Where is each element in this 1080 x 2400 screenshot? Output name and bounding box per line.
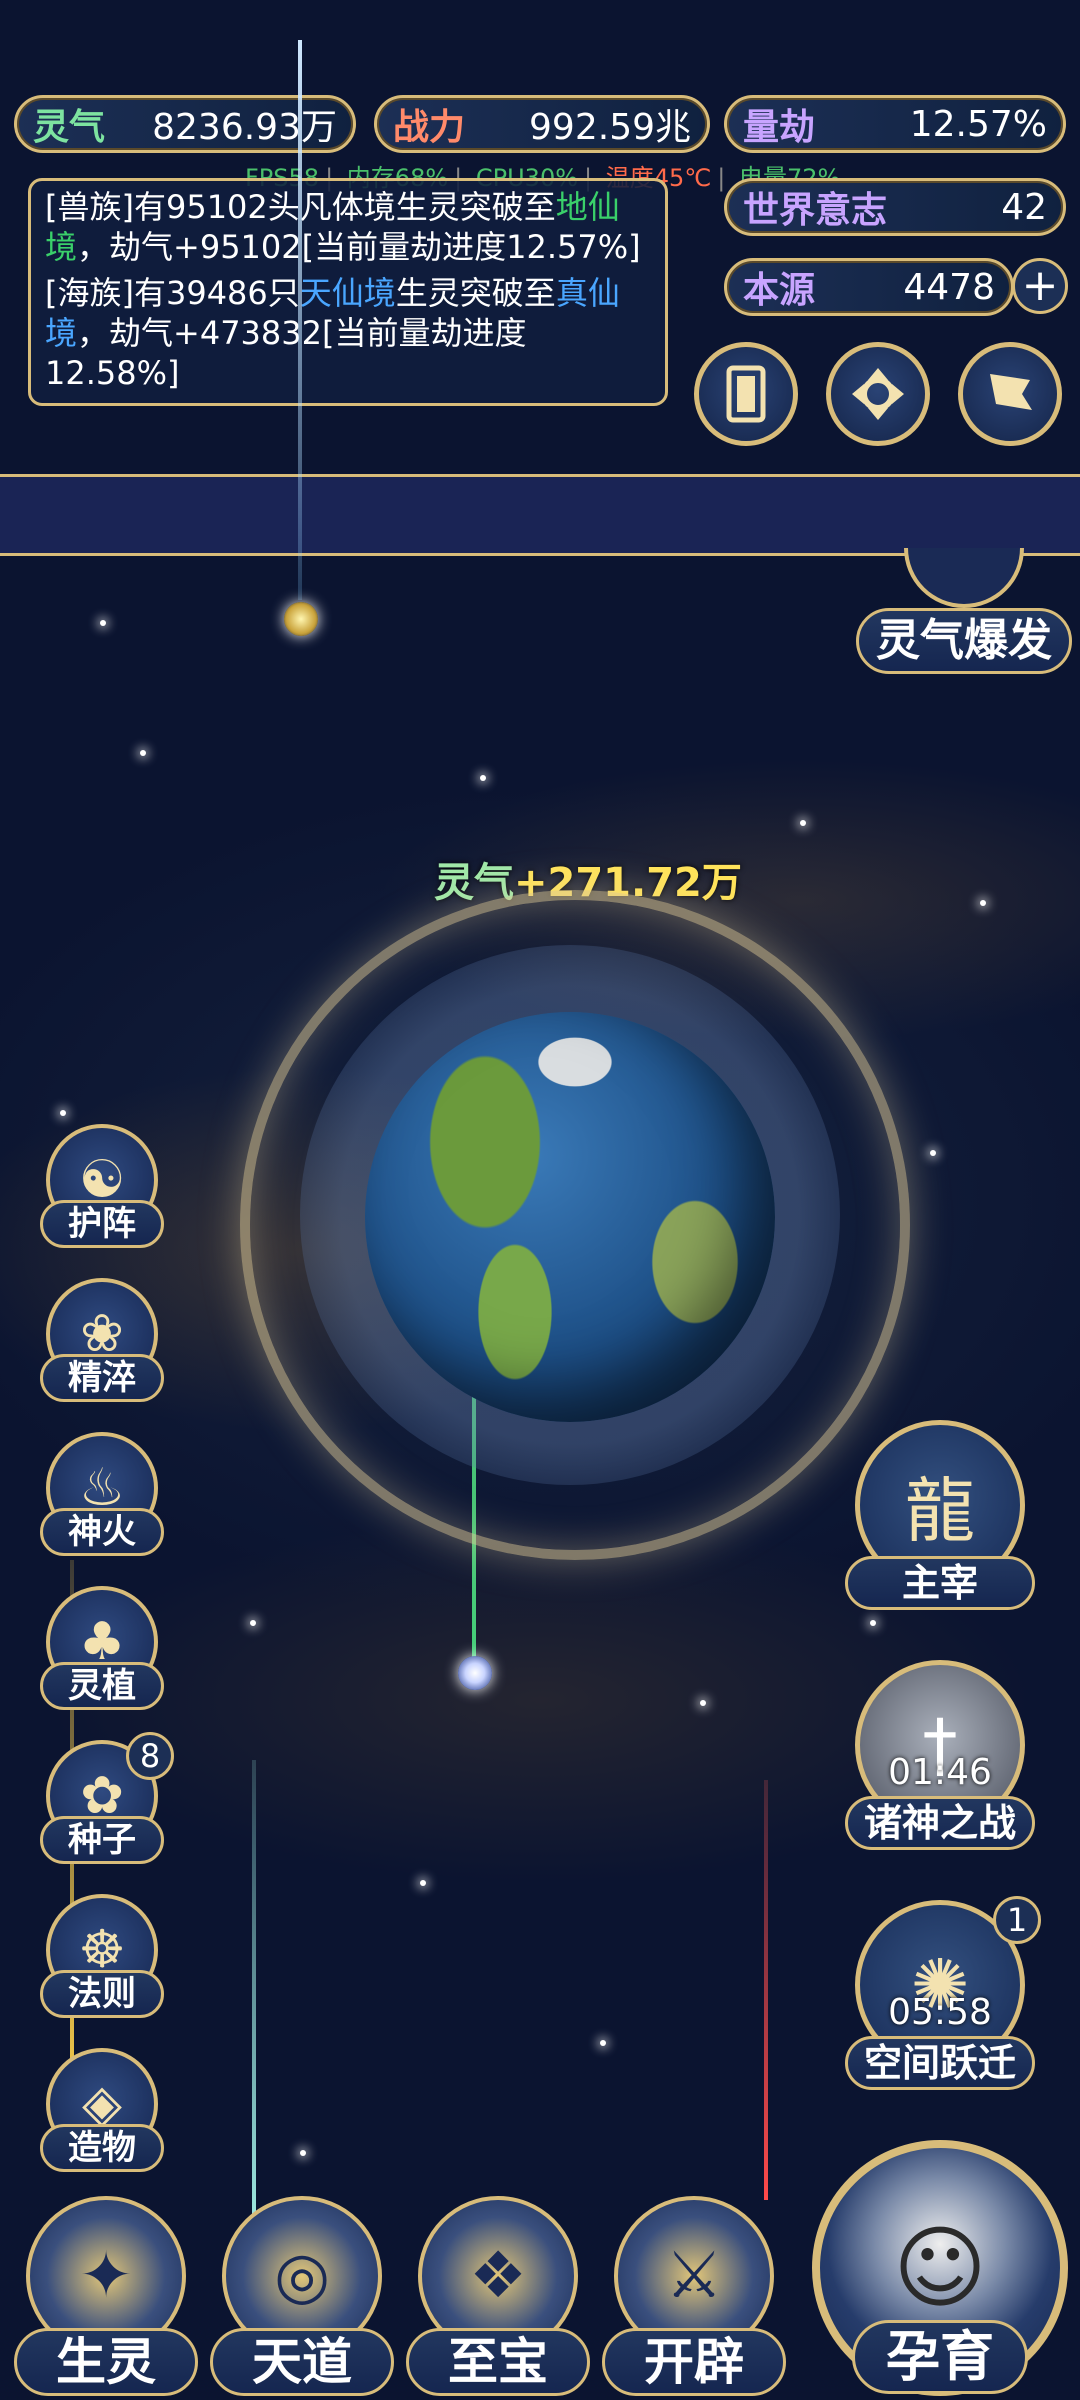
card-icon xyxy=(726,365,766,423)
star xyxy=(100,620,106,626)
flag-icon xyxy=(990,374,1032,410)
bottom-button-kaipi[interactable]: ⚔ 开辟 xyxy=(602,2196,786,2396)
log-text: ，劫气+95102[当前量劫进度12.57%] xyxy=(77,228,641,266)
liangjie-stat: 量劫 12.57% xyxy=(724,95,1066,153)
bottom-button-shengling[interactable]: ✦ 生灵 xyxy=(14,2196,198,2396)
warp-timer: 05:58 xyxy=(888,1992,992,2033)
liangjie-value: 12.57% xyxy=(909,103,1047,145)
yunyu-label: 孕育 xyxy=(852,2320,1028,2394)
side-button-label: 灵植 xyxy=(40,1662,164,1710)
right-button-label: 空间跃迁 xyxy=(845,2036,1035,2090)
side-button-shenhuo[interactable]: ♨ 神火 xyxy=(40,1432,164,1556)
seed-count-badge: 8 xyxy=(126,1732,174,1780)
lingqi-burst-button[interactable]: 灵气爆发 xyxy=(856,548,1072,688)
log-text: 生灵突破至 xyxy=(395,274,556,312)
side-button-label: 种子 xyxy=(40,1816,164,1864)
side-button-label: 护阵 xyxy=(40,1200,164,1248)
bottom-button-label: 天道 xyxy=(210,2328,394,2396)
bottom-button-label: 开辟 xyxy=(602,2328,786,2396)
star xyxy=(300,2150,306,2156)
right-button-label: 主宰 xyxy=(845,1556,1035,1610)
add-benyuan-button[interactable]: + xyxy=(1012,258,1068,314)
event-log: [兽族]有95102头凡体境生灵突破至地仙境，劫气+95102[当前量劫进度12… xyxy=(28,178,668,406)
battle-timer: 01:46 xyxy=(888,1752,992,1793)
bottom-button-label: 至宝 xyxy=(406,2328,590,2396)
right-button-label: 诸神之战 xyxy=(845,1796,1035,1850)
star xyxy=(600,2040,606,2046)
star xyxy=(250,1620,256,1626)
liangjie-label: 量劫 xyxy=(743,107,816,148)
bottom-button-zhibao[interactable]: ❖ 至宝 xyxy=(406,2196,590,2396)
burst-label: 灵气爆发 xyxy=(856,608,1072,674)
side-button-label: 法则 xyxy=(40,1970,164,2018)
shijie-stat: 世界意志 42 xyxy=(724,178,1066,236)
shijie-value: 42 xyxy=(1001,186,1047,228)
star xyxy=(980,900,986,906)
banner-band xyxy=(0,474,1080,556)
star xyxy=(870,1620,876,1626)
warp-count-badge: 1 xyxy=(993,1896,1041,1944)
star xyxy=(140,750,146,756)
star xyxy=(480,775,486,781)
planet-earth[interactable] xyxy=(365,1012,775,1422)
portal-button[interactable] xyxy=(826,342,930,446)
star xyxy=(60,1110,66,1116)
star xyxy=(420,1880,426,1886)
zhanli-stat: 战力 992.59兆 xyxy=(374,95,710,153)
benyuan-label: 本源 xyxy=(743,270,816,311)
orb-icon xyxy=(458,1656,492,1690)
right-button-zhuzai[interactable]: 龍 主宰 xyxy=(845,1420,1035,1610)
log-entry: [海族]有39486只天仙境生灵突破至真仙境，劫气+473832[当前量劫进度1… xyxy=(45,273,651,393)
side-button-label: 神火 xyxy=(40,1508,164,1556)
side-button-zhongzi[interactable]: ✿ 种子 8 xyxy=(40,1732,174,1864)
lingqi-stat: 灵气 8236.93万 xyxy=(14,95,356,153)
side-button-lingzhi[interactable]: ♣ 灵植 xyxy=(40,1586,164,1710)
benyuan-value: 4478 xyxy=(903,266,995,308)
log-highlight: 天仙境 xyxy=(299,274,396,312)
star xyxy=(800,820,806,826)
lingqi-label: 灵气 xyxy=(33,107,106,148)
star xyxy=(930,1150,936,1156)
lingqi-value: 8236.93万 xyxy=(152,107,337,148)
star xyxy=(700,1700,706,1706)
yunyu-button[interactable]: ☺ 孕育 xyxy=(812,2140,1074,2400)
zhanli-label: 战力 xyxy=(393,107,466,148)
light-beam xyxy=(252,1760,256,2220)
bottom-button-label: 生灵 xyxy=(14,2328,198,2396)
log-entry: [兽族]有95102头凡体境生灵突破至地仙境，劫气+95102[当前量劫进度12… xyxy=(45,187,651,267)
light-beam xyxy=(298,40,302,600)
log-text: ，劫气+473832[当前量劫进度12.58%] xyxy=(45,314,527,392)
light-beam xyxy=(764,1780,768,2200)
side-button-faze[interactable]: ☸ 法则 xyxy=(40,1894,164,2018)
shijie-label: 世界意志 xyxy=(743,190,888,231)
benyuan-stat: 本源 4478 xyxy=(724,258,1014,316)
zhanli-value: 992.59兆 xyxy=(529,107,691,148)
plus-icon: + xyxy=(1021,260,1059,311)
right-button-kongjian[interactable]: ✺ 05:58 空间跃迁 1 xyxy=(845,1896,1041,2090)
side-button-huzhen[interactable]: ☯ 护阵 xyxy=(40,1124,164,1248)
orb-icon xyxy=(284,602,318,636)
portal-icon xyxy=(852,368,904,420)
side-button-zaowu[interactable]: ◈ 造物 xyxy=(40,2048,164,2172)
side-button-label: 造物 xyxy=(40,2124,164,2172)
side-button-jingcui[interactable]: ❀ 精淬 xyxy=(40,1278,164,1402)
bottom-button-tiandao[interactable]: ◎ 天道 xyxy=(210,2196,394,2396)
card-button[interactable] xyxy=(694,342,798,446)
burst-icon xyxy=(904,548,1024,608)
log-text: [海族]有39486只 xyxy=(45,274,300,312)
side-button-label: 精淬 xyxy=(40,1354,164,1402)
right-button-zhushen[interactable]: † 01:46 诸神之战 xyxy=(845,1660,1035,1850)
flag-button[interactable] xyxy=(958,342,1062,446)
